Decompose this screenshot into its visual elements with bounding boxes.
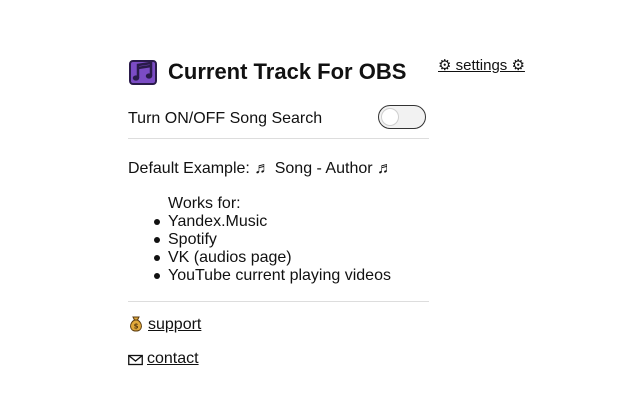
music-notes-icon — [129, 58, 159, 86]
list-item: Yandex.Music — [154, 213, 530, 231]
divider — [128, 301, 429, 302]
envelope-icon — [128, 352, 143, 372]
support-label[interactable]: support — [148, 316, 201, 333]
money-bag-icon: $ — [128, 315, 144, 338]
list-item: VK (audios page) — [154, 249, 530, 267]
list-item: Spotify — [154, 231, 530, 249]
contact-link[interactable]: contact — [128, 349, 530, 372]
default-example-text: Default Example: ♬ Song - Author ♬ — [128, 160, 394, 177]
works-for-heading: Works for: — [168, 195, 241, 212]
song-search-toggle[interactable] — [378, 105, 426, 129]
popup-container: Current Track For OBS ⚙ settings ⚙ Turn … — [128, 56, 530, 372]
contact-label[interactable]: contact — [147, 350, 199, 367]
header: Current Track For OBS ⚙ settings ⚙ — [128, 56, 530, 88]
song-search-toggle-row: Turn ON/OFF Song Search — [128, 104, 429, 138]
works-for-list: Yandex.Music Spotify VK (audios page) Yo… — [154, 213, 530, 285]
list-item: YouTube current playing videos — [154, 267, 530, 285]
toggle-label: Turn ON/OFF Song Search — [128, 110, 323, 127]
support-link[interactable]: $ support — [128, 315, 530, 338]
page-title: Current Track For OBS — [168, 59, 407, 84]
toggle-knob[interactable] — [381, 107, 399, 126]
settings-link[interactable]: ⚙ settings ⚙ — [438, 56, 525, 76]
divider — [128, 138, 429, 139]
svg-text:$: $ — [134, 323, 139, 331]
works-for-section: Works for: Yandex.Music Spotify VK (audi… — [128, 195, 530, 285]
